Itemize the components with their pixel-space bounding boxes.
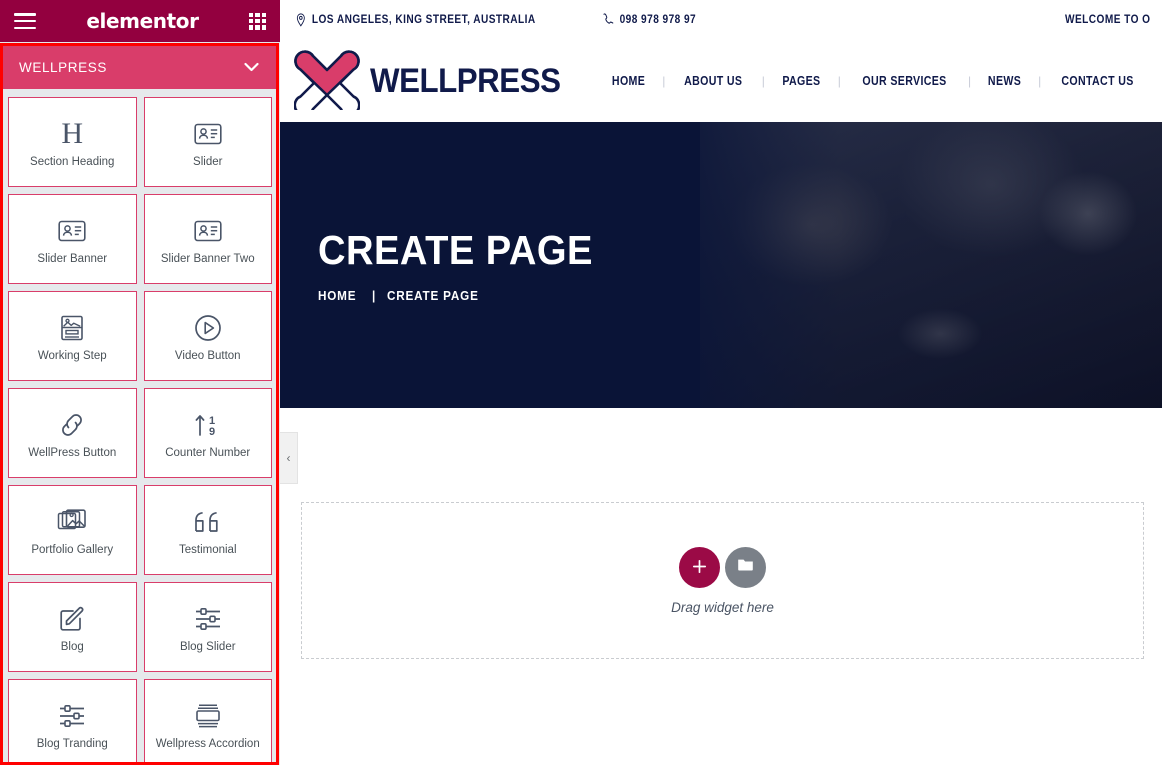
- widget-slider-banner-two[interactable]: Slider Banner Two: [143, 194, 272, 284]
- nav-item-about-us[interactable]: ABOUT US: [684, 74, 742, 88]
- widget-testimonial[interactable]: Testimonial: [143, 485, 272, 575]
- site-topbar: LOS ANGELES, KING STREET, AUSTRALIA 098 …: [280, 0, 1162, 40]
- site-header: WELLPRESS HOME | ABOUT US | PAGES | OUR …: [280, 40, 1162, 122]
- nav-item-our-services[interactable]: OUR SERVICES: [862, 74, 946, 88]
- chevron-down-icon: [244, 60, 259, 75]
- widget-category-wellpress-header[interactable]: WELLPRESS: [3, 45, 277, 89]
- add-section-button[interactable]: [679, 546, 720, 588]
- counter-arrow-icon: 19: [192, 405, 224, 445]
- widget-label: Wellpress Accordion: [155, 738, 260, 751]
- widget-blog-tranding[interactable]: Blog Tranding: [8, 679, 137, 765]
- topbar-welcome: WELCOME TO O: [1065, 14, 1150, 26]
- sliders-icon: [57, 696, 87, 736]
- main-navigation: HOME | ABOUT US | PAGES | OUR SERVICES |…: [609, 74, 1140, 88]
- nav-separator: |: [837, 74, 841, 88]
- panel-topbar: elementor: [0, 0, 280, 42]
- widget-label: WellPress Button: [28, 447, 117, 460]
- nav-item-home[interactable]: HOME: [612, 74, 645, 88]
- quote-icon: [192, 502, 224, 542]
- widget-label: Blog Tranding: [36, 738, 108, 751]
- svg-text:9: 9: [209, 426, 215, 438]
- hero-content: CREATE PAGE HOME | CREATE PAGE: [318, 122, 614, 408]
- hero-banner: CREATE PAGE HOME | CREATE PAGE: [280, 122, 1162, 408]
- widget-wellpress-button[interactable]: WellPress Button: [8, 388, 137, 478]
- dropzone-label: Drag widget here: [671, 599, 774, 615]
- widget-grid: H Section Heading Slider Slider Banner S…: [8, 97, 272, 765]
- widget-blog-slider[interactable]: Blog Slider: [143, 582, 272, 672]
- topbar-phone-label: 098 978 978 97: [619, 13, 697, 26]
- breadcrumb: HOME | CREATE PAGE: [318, 288, 614, 303]
- widget-slider[interactable]: Slider: [143, 97, 272, 187]
- widget-label: Testimonial: [178, 544, 237, 557]
- nav-separator: |: [662, 74, 666, 88]
- widget-video-button[interactable]: Video Button: [143, 291, 272, 381]
- panel-collapse-toggle[interactable]: ‹: [280, 432, 298, 484]
- plus-icon: [692, 557, 707, 578]
- heart-infinity-logo-icon: [293, 48, 361, 116]
- hamburger-icon[interactable]: [14, 13, 36, 29]
- topbar-welcome-label: WELCOME TO O: [1064, 13, 1151, 26]
- nav-separator: |: [967, 74, 972, 88]
- breadcrumb-separator: |: [371, 288, 376, 303]
- widget-portfolio-gallery[interactable]: Portfolio Gallery: [8, 485, 137, 575]
- widget-label: Video Button: [174, 350, 241, 363]
- nav-separator: |: [1038, 74, 1042, 88]
- page-preview: LOS ANGELES, KING STREET, AUSTRALIA 098 …: [280, 0, 1162, 765]
- folder-icon: [737, 557, 754, 577]
- gallery-icon: [57, 502, 87, 542]
- sliders-icon: [193, 599, 223, 639]
- pencil-square-icon: [58, 599, 86, 639]
- widget-slider-banner[interactable]: Slider Banner: [8, 194, 137, 284]
- editor-canvas: Drag widget here: [280, 408, 1162, 765]
- image-box-icon: [60, 308, 84, 348]
- chevron-left-icon: ‹: [286, 451, 291, 465]
- widget-label: Slider Banner: [37, 253, 108, 266]
- phone-icon: [602, 12, 614, 27]
- elementor-panel: elementor WELLPRESS H Section Heading Sl…: [0, 0, 280, 765]
- play-circle-icon: [194, 308, 222, 348]
- widget-label: Slider: [193, 156, 223, 169]
- nav-item-pages[interactable]: PAGES: [782, 74, 820, 88]
- id-card-icon: [194, 211, 222, 251]
- hero-background-image: [700, 122, 1162, 408]
- widget-section-heading[interactable]: H Section Heading: [8, 97, 137, 187]
- nav-item-contact-us[interactable]: CONTACT US: [1062, 74, 1134, 88]
- id-card-icon: [194, 114, 222, 154]
- widget-counter-number[interactable]: 19 Counter Number: [143, 388, 272, 478]
- apps-grid-icon[interactable]: [248, 12, 266, 30]
- widget-working-step[interactable]: Working Step: [8, 291, 137, 381]
- widget-label: Counter Number: [165, 447, 251, 460]
- heading-icon: H: [61, 117, 84, 151]
- elementor-editor: elementor WELLPRESS H Section Heading Sl…: [0, 0, 1162, 765]
- page-title: CREATE PAGE: [318, 227, 593, 273]
- widget-label: Working Step: [37, 350, 107, 363]
- map-pin-icon: [296, 12, 306, 27]
- widget-wellpress-accordion[interactable]: Wellpress Accordion: [143, 679, 272, 765]
- nav-item-news[interactable]: NEWS: [988, 74, 1021, 88]
- widget-dropzone[interactable]: Drag widget here: [301, 502, 1144, 659]
- widget-blog[interactable]: Blog: [8, 582, 137, 672]
- template-library-button[interactable]: [725, 546, 766, 588]
- elementor-brand-label: elementor: [86, 9, 199, 33]
- breadcrumb-home[interactable]: HOME: [318, 288, 356, 303]
- nav-separator: |: [761, 74, 765, 88]
- site-logo-text: WELLPRESS: [370, 61, 561, 100]
- widget-label: Portfolio Gallery: [31, 544, 114, 557]
- topbar-address-label: LOS ANGELES, KING STREET, AUSTRALIA: [311, 13, 536, 26]
- widget-category-label: WELLPRESS: [19, 59, 107, 75]
- topbar-phone[interactable]: 098 978 978 97: [602, 12, 697, 27]
- accordion-icon: [193, 696, 223, 736]
- widget-list-scroll[interactable]: H Section Heading Slider Slider Banner S…: [0, 89, 280, 765]
- widget-label: Blog: [60, 641, 84, 654]
- topbar-address: LOS ANGELES, KING STREET, AUSTRALIA: [296, 12, 536, 27]
- site-logo[interactable]: WELLPRESS: [293, 48, 577, 116]
- id-card-icon: [58, 211, 86, 251]
- dropzone-buttons: [679, 546, 766, 588]
- widget-label: Slider Banner Two: [160, 253, 255, 266]
- widget-label: Section Heading: [30, 156, 115, 169]
- link-chain-icon: [57, 405, 87, 445]
- widget-label: Blog Slider: [179, 641, 236, 654]
- breadcrumb-current: CREATE PAGE: [387, 288, 479, 303]
